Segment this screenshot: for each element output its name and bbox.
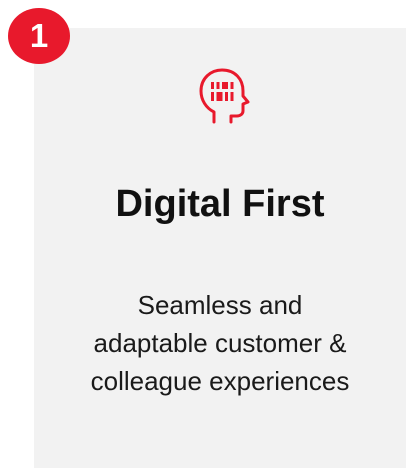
head-barcode-icon bbox=[190, 66, 252, 128]
card-description: Seamless and adaptable customer & collea… bbox=[34, 286, 406, 400]
description-line: colleague experiences bbox=[90, 366, 350, 396]
description-line: adaptable customer & bbox=[93, 328, 347, 358]
card-title: Digital First bbox=[115, 183, 325, 225]
description-line: Seamless and bbox=[137, 290, 303, 320]
step-number-badge: 1 bbox=[8, 8, 70, 64]
